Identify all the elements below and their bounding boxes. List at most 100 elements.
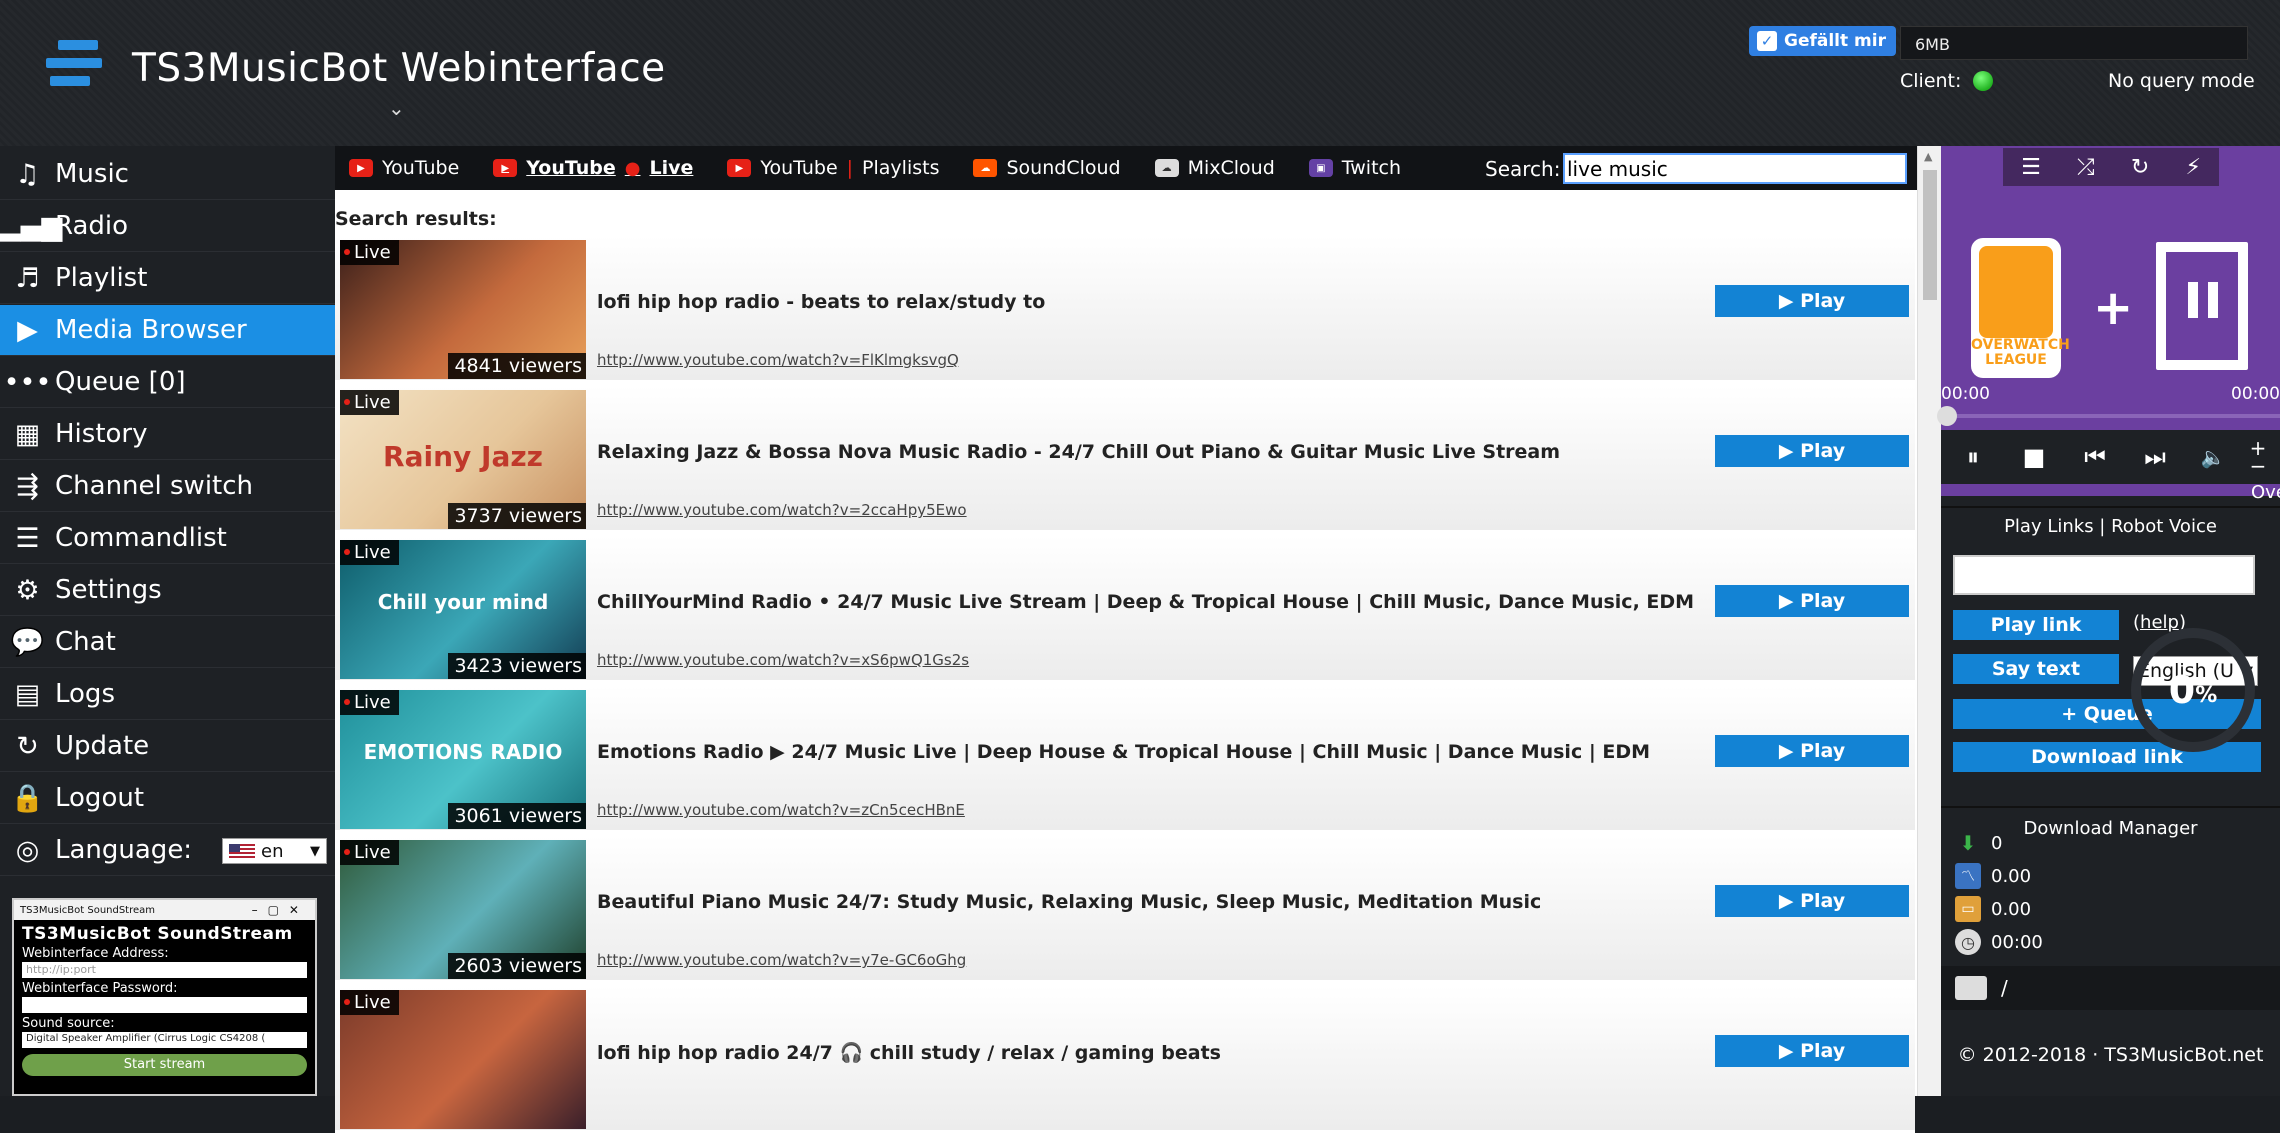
play-button[interactable]: ▶ Play xyxy=(1715,585,1909,617)
play-button[interactable]: ▶ Play xyxy=(1715,735,1909,767)
soundstream-preview[interactable]: TS3MusicBot SoundStream –▢✕ TS3MusicBot … xyxy=(12,898,317,1096)
result-url-link[interactable]: http://www.youtube.com/watch?v=y7e-GC6oG… xyxy=(597,951,966,969)
play-button[interactable]: ▶ Play xyxy=(1715,1035,1909,1067)
scroll-thumb[interactable] xyxy=(1923,170,1937,300)
result-title: Emotions Radio ▶ 24/7 Music Live | Deep … xyxy=(597,741,1651,763)
next-icon[interactable]: ⏭ xyxy=(2127,443,2183,471)
box-icon: ▭ xyxy=(1955,896,1981,922)
playlist-icon: ♬ xyxy=(15,262,40,294)
sidebar-item-label: Radio xyxy=(55,211,129,241)
commandlist-icon: ☰ xyxy=(15,522,40,554)
play-link-button[interactable]: Play link xyxy=(1953,610,2119,640)
sidebar-item-media-browser[interactable]: ▶ Media Browser xyxy=(0,305,335,356)
tab-label: YouTube xyxy=(526,157,616,179)
viewer-count: 4841 viewers xyxy=(448,353,586,379)
facebook-like-button[interactable]: ✓ Gefällt mir xyxy=(1749,26,1896,56)
sidebar-item-label: Settings xyxy=(55,575,162,605)
result-url-link[interactable]: http://www.youtube.com/watch?v=xS6pwQ1Gs… xyxy=(597,651,969,669)
sidebar-item-label: Chat xyxy=(55,627,116,657)
result-thumbnail[interactable]: Chill your mind Live 3423 viewers xyxy=(340,540,586,679)
volume-plus-minus-icon[interactable]: + − xyxy=(2243,438,2273,476)
thumbnail-caption: Rainy Jazz xyxy=(383,440,543,473)
play-links-heading: Play Links | Robot Voice xyxy=(2004,516,2217,537)
youtube-icon: ▶ xyxy=(727,159,752,177)
sidebar-item-settings[interactable]: ⚙ Settings xyxy=(0,565,335,616)
result-url-link[interactable]: http://www.youtube.com/watch?v=2ccaHpy5E… xyxy=(597,501,967,519)
settings-icon: ⚙ xyxy=(15,574,40,606)
play-link-input[interactable] xyxy=(1953,555,2255,595)
tab-youtube[interactable]: ▶ YouTube xyxy=(349,157,459,179)
download-path: / xyxy=(1941,966,2280,1010)
tab-youtube-playlists[interactable]: ▶ YouTube | Playlists xyxy=(727,157,939,179)
sidebar-item-playlist[interactable]: ♬ Playlist xyxy=(0,253,335,304)
sidebar-item-update[interactable]: ↻ Update xyxy=(0,721,335,772)
download-percent: 0 xyxy=(2168,668,2196,712)
list-icon[interactable]: ☰ xyxy=(2021,155,2041,180)
download-size-row: ▭ 0.00 xyxy=(1955,896,2031,922)
channel-switch-icon: ⇶ xyxy=(16,470,39,502)
result-url-link[interactable]: http://www.youtube.com/watch?v=zCn5cecHB… xyxy=(597,801,965,819)
download-count: 0 xyxy=(1991,832,2003,854)
stop-icon[interactable]: ■ xyxy=(2005,443,2063,471)
tab-soundcloud[interactable]: ☁ SoundCloud xyxy=(973,157,1121,179)
live-badge: Live xyxy=(340,990,399,1015)
tab-suffix: Live xyxy=(649,157,694,179)
download-progress-ring: 0% xyxy=(2131,628,2255,752)
address-input: http://ip:port xyxy=(22,962,307,978)
previous-icon[interactable]: ⏮ xyxy=(2063,443,2127,471)
source-label: Sound source: xyxy=(22,1016,115,1031)
soundcloud-icon: ☁ xyxy=(973,159,998,177)
result-thumbnail[interactable]: Rainy Jazz Live 3737 viewers xyxy=(340,390,586,529)
sidebar-item-label: Logout xyxy=(55,783,145,813)
search-label: Search: xyxy=(1485,157,1561,181)
result-title: ChillYourMind Radio • 24/7 Music Live St… xyxy=(597,591,1695,613)
sidebar-item-history[interactable]: ▦ History xyxy=(0,409,335,460)
clock-icon: ◷ xyxy=(1955,929,1981,955)
bolt-icon[interactable]: ⚡ xyxy=(2185,155,2200,180)
tab-label: YouTube xyxy=(382,157,460,179)
search-input[interactable] xyxy=(1563,153,1907,184)
download-time: 00:00 xyxy=(1991,931,2043,953)
result-url-link[interactable]: http://www.youtube.com/watch?v=FlKlmgksv… xyxy=(597,351,959,369)
sidebar-item-radio[interactable]: ▂▄▆ Radio xyxy=(0,201,335,252)
tab-youtube-live[interactable]: ▶ YouTube ● Live xyxy=(493,157,693,179)
tab-twitch[interactable]: ▣ Twitch xyxy=(1308,157,1401,179)
sidebar-item-commandlist[interactable]: ☰ Commandlist xyxy=(0,513,335,564)
sidebar-item-music[interactable]: ♫ Music xyxy=(0,149,335,200)
progress-bar[interactable] xyxy=(1941,414,2280,418)
repeat-icon[interactable]: ↻ xyxy=(2131,155,2149,180)
sidebar-item-logs[interactable]: ▤ Logs xyxy=(0,669,335,720)
live-badge: Live xyxy=(340,840,399,865)
chat-icon: 💬 xyxy=(10,627,45,658)
pause-icon[interactable]: ⏸ xyxy=(1941,443,2005,471)
play-button[interactable]: ▶ Play xyxy=(1715,885,1909,917)
sidebar-item-chat[interactable]: 💬 Chat xyxy=(0,617,335,668)
chevron-down-icon[interactable]: ⌄ xyxy=(388,96,405,120)
shuffle-icon[interactable]: ⤮ xyxy=(2077,155,2095,180)
scroll-up-icon[interactable]: ▲ xyxy=(1924,150,1932,163)
say-text-button[interactable]: Say text xyxy=(1953,654,2119,684)
viewer-count: 3061 viewers xyxy=(448,803,586,829)
live-badge: Live xyxy=(340,690,399,715)
result-thumbnail[interactable]: Live xyxy=(340,990,586,1129)
language-select[interactable]: en ▼ xyxy=(222,838,327,864)
client-label: Client: xyxy=(1900,70,1962,92)
results-label: Search results: xyxy=(335,208,497,230)
result-thumbnail[interactable]: Live 2603 viewers xyxy=(340,840,586,979)
result-thumbnail[interactable]: Live 4841 viewers xyxy=(340,240,586,379)
copyright: © 2012-2018 · TS3MusicBot.net xyxy=(1957,1044,2264,1066)
thumbnail-caption: Chill your mind xyxy=(377,590,549,614)
play-button[interactable]: ▶ Play xyxy=(1715,285,1909,317)
sidebar-item-logout[interactable]: 🔒 Logout xyxy=(0,773,335,824)
queue-0-icon: ••• xyxy=(3,366,52,398)
volume-icon[interactable]: 🔈 xyxy=(2183,445,2243,469)
sidebar-item-channel-switch[interactable]: ⇶ Channel switch xyxy=(0,461,335,512)
menu-logo-icon[interactable] xyxy=(46,40,102,96)
tab-mixcloud[interactable]: ☁ MixCloud xyxy=(1154,157,1275,179)
progress-knob[interactable] xyxy=(1937,406,1957,426)
sidebar-item-queue-0[interactable]: ••• Queue [0] xyxy=(0,357,335,408)
scrollbar[interactable]: ▲ xyxy=(1917,146,1941,1096)
youtube-icon: ▶ xyxy=(349,159,373,177)
play-button[interactable]: ▶ Play xyxy=(1715,435,1909,467)
result-thumbnail[interactable]: EMOTIONS RADIO Live 3061 viewers xyxy=(340,690,586,829)
